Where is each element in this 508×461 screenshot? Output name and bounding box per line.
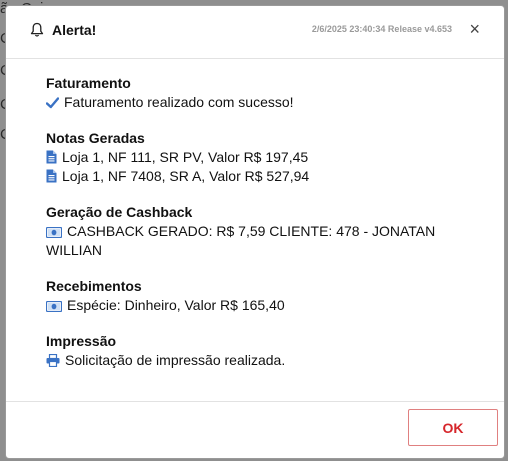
printer-icon xyxy=(46,354,60,367)
item-text: Solicitação de impressão realizada. xyxy=(65,352,286,368)
list-item-continuation: WILLIAN xyxy=(46,242,103,258)
item-text: Loja 1, NF 111, SR PV, Valor R$ 197,45 xyxy=(62,149,309,165)
money-icon xyxy=(46,301,62,312)
item-text: Faturamento realizado com sucesso! xyxy=(64,94,294,110)
list-item: CASHBACK GERADO: R$ 7,59 CLIENTE: 478 - … xyxy=(46,222,484,241)
section-faturamento: Faturamento Faturamento realizado com su… xyxy=(46,74,484,112)
document-icon xyxy=(46,150,57,164)
list-item: Faturamento realizado com sucesso! xyxy=(46,93,484,112)
section-title: Recebimentos xyxy=(46,278,142,294)
dialog-header: Alerta! 2/6/2025 23:40:34 Release v4.653… xyxy=(6,6,504,59)
item-text: CASHBACK GERADO: R$ 7,59 CLIENTE: 478 - … xyxy=(67,223,436,239)
list-item: Loja 1, NF 111, SR PV, Valor R$ 197,45 xyxy=(46,148,484,167)
section-impressao: Impressão Solicitação de impressão reali… xyxy=(46,332,484,370)
list-item: Loja 1, NF 7408, SR A, Valor R$ 527,94 xyxy=(46,167,484,186)
item-text: Loja 1, NF 7408, SR A, Valor R$ 527,94 xyxy=(62,168,310,184)
alert-dialog: Alerta! 2/6/2025 23:40:34 Release v4.653… xyxy=(5,5,505,459)
money-icon xyxy=(46,227,62,238)
dialog-body: Faturamento Faturamento realizado com su… xyxy=(46,74,484,387)
item-text: Espécie: Dinheiro, Valor R$ 165,40 xyxy=(67,297,285,313)
ok-button[interactable]: OK xyxy=(408,409,498,446)
section-title: Geração de Cashback xyxy=(46,204,193,220)
bell-icon xyxy=(30,22,44,37)
close-icon[interactable]: × xyxy=(469,20,480,38)
document-icon xyxy=(46,169,57,183)
release-info: 2/6/2025 23:40:34 Release v4.653 xyxy=(311,24,452,34)
list-item: Espécie: Dinheiro, Valor R$ 165,40 xyxy=(46,296,484,315)
section-title: Faturamento xyxy=(46,75,131,91)
section-title: Notas Geradas xyxy=(46,130,145,146)
dialog-title: Alerta! xyxy=(52,22,97,38)
list-item: Solicitação de impressão realizada. xyxy=(46,351,484,370)
section-cashback: Geração de Cashback CASHBACK GERADO: R$ … xyxy=(46,203,484,260)
section-title: Impressão xyxy=(46,333,117,349)
check-icon xyxy=(46,97,59,109)
dialog-footer: OK xyxy=(6,401,504,458)
section-recebimentos: Recebimentos Espécie: Dinheiro, Valor R$… xyxy=(46,277,484,315)
section-notas: Notas Geradas Loja 1, NF 111, SR PV, Val… xyxy=(46,129,484,186)
